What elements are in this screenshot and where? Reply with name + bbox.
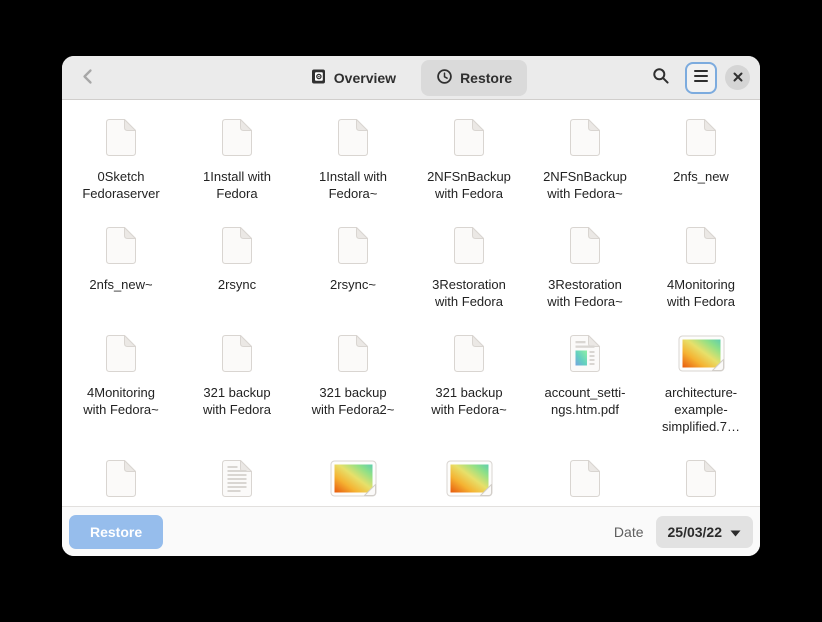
pdf-file-icon — [568, 332, 602, 374]
back-button[interactable] — [72, 62, 104, 94]
file-label: 2rsync~ — [330, 276, 376, 293]
image-file-icon — [446, 457, 493, 499]
file-label: 2nfs_new — [673, 168, 729, 185]
file-item[interactable]: 2nfs_new — [643, 116, 759, 224]
doc-file-icon — [452, 116, 486, 158]
doc-file-icon — [336, 116, 370, 158]
file-label: 2NFSnBackup with Fedora~ — [543, 168, 627, 202]
date-label: Date — [614, 524, 644, 540]
doc-file-icon — [684, 224, 718, 266]
image-file-icon — [678, 332, 725, 374]
magnifier-icon — [652, 67, 670, 88]
clock-icon — [436, 68, 453, 88]
doc-file-icon — [452, 332, 486, 374]
chevron-down-icon — [730, 524, 741, 540]
file-grid: 0Sketch Fedoraserver 1Install with Fedora… — [62, 100, 760, 506]
file-item[interactable]: 1Install with Fedora~ — [295, 116, 411, 224]
file-item[interactable]: 0Sketch Fedoraserver — [63, 116, 179, 224]
tab-restore[interactable]: Restore — [421, 60, 527, 96]
file-label: 2rsync — [218, 276, 256, 293]
file-item[interactable]: 1Install with Fedora — [179, 116, 295, 224]
file-label: 4Monitoring with Fedora — [667, 276, 735, 310]
tab-overview-label: Overview — [334, 70, 396, 86]
doc-file-icon — [336, 332, 370, 374]
file-item[interactable]: 2nfs_new~ — [63, 224, 179, 332]
file-item[interactable]: 321 backup with Fedora2~ — [295, 332, 411, 457]
file-label: 321 backup with Fedora~ — [431, 384, 507, 418]
doc-file-icon — [684, 457, 718, 499]
date-value: 25/03/22 — [668, 524, 723, 540]
doc-file-icon — [104, 116, 138, 158]
date-dropdown[interactable]: 25/03/22 — [656, 516, 754, 548]
file-label: 2nfs_new~ — [89, 276, 152, 293]
date-chooser: Date 25/03/22 — [614, 516, 753, 548]
file-item[interactable]: architecture- example- simplified.7… — [643, 332, 759, 457]
file-label: architecture- example- simplified.7… — [662, 384, 740, 435]
file-label: 321 backup with Fedora — [203, 384, 271, 418]
file-item[interactable]: 2NFSnBackup with Fedora~ — [527, 116, 643, 224]
header-bar: Overview Restore — [62, 56, 760, 100]
tab-overview[interactable]: Overview — [295, 60, 411, 96]
file-item[interactable]: 2rsync~ — [295, 224, 411, 332]
image-file-icon — [330, 457, 377, 499]
doc-file-icon — [104, 332, 138, 374]
file-label: 4Monitoring with Fedora~ — [83, 384, 159, 418]
file-label: 2NFSnBackup with Fedora — [427, 168, 511, 202]
search-button[interactable] — [645, 62, 677, 94]
doc-file-icon — [104, 224, 138, 266]
file-item[interactable] — [179, 457, 295, 506]
file-label: 0Sketch Fedoraserver — [82, 168, 159, 202]
doc-file-icon — [568, 224, 602, 266]
main-menu-button[interactable] — [685, 62, 717, 94]
doc-file-icon — [336, 224, 370, 266]
file-item[interactable]: 321 backup with Fedora — [179, 332, 295, 457]
text-file-icon — [220, 457, 254, 499]
doc-file-icon — [220, 332, 254, 374]
file-label: account_setti- ngs.htm.pdf — [545, 384, 626, 418]
file-item[interactable] — [295, 457, 411, 506]
file-item[interactable] — [63, 457, 179, 506]
file-item[interactable]: 321 backup with Fedora~ — [411, 332, 527, 457]
view-switcher: Overview Restore — [295, 60, 527, 96]
file-item[interactable] — [411, 457, 527, 506]
header-left — [72, 62, 295, 94]
file-item[interactable]: 4Monitoring with Fedora~ — [63, 332, 179, 457]
file-item[interactable]: 2NFSnBackup with Fedora — [411, 116, 527, 224]
close-button[interactable] — [725, 65, 750, 90]
doc-file-icon — [104, 457, 138, 499]
doc-file-icon — [220, 116, 254, 158]
file-item[interactable]: 3Restoration with Fedora~ — [527, 224, 643, 332]
file-label: 321 backup with Fedora2~ — [312, 384, 395, 418]
restore-button[interactable]: Restore — [69, 515, 163, 549]
doc-file-icon — [684, 116, 718, 158]
file-item[interactable]: account_setti- ngs.htm.pdf — [527, 332, 643, 457]
file-item[interactable]: 2rsync — [179, 224, 295, 332]
file-label: 1Install with Fedora — [203, 168, 271, 202]
file-label: 1Install with Fedora~ — [319, 168, 387, 202]
file-label: 3Restoration with Fedora~ — [547, 276, 623, 310]
file-item[interactable]: 3Restoration with Fedora — [411, 224, 527, 332]
doc-file-icon — [568, 116, 602, 158]
close-x-icon — [733, 70, 743, 85]
header-right — [527, 62, 750, 94]
doc-file-icon — [452, 224, 486, 266]
doc-file-icon — [220, 224, 254, 266]
file-item[interactable] — [527, 457, 643, 506]
app-window: Overview Restore — [62, 56, 760, 556]
hamburger-menu-icon — [693, 69, 709, 86]
doc-file-icon — [568, 457, 602, 499]
file-label: 3Restoration with Fedora — [432, 276, 506, 310]
file-item[interactable] — [643, 457, 759, 506]
action-bar: Restore Date 25/03/22 — [62, 506, 760, 556]
chevron-left-icon — [79, 67, 97, 89]
file-item[interactable]: 4Monitoring with Fedora — [643, 224, 759, 332]
safe-icon — [310, 68, 327, 88]
tab-restore-label: Restore — [460, 70, 512, 86]
